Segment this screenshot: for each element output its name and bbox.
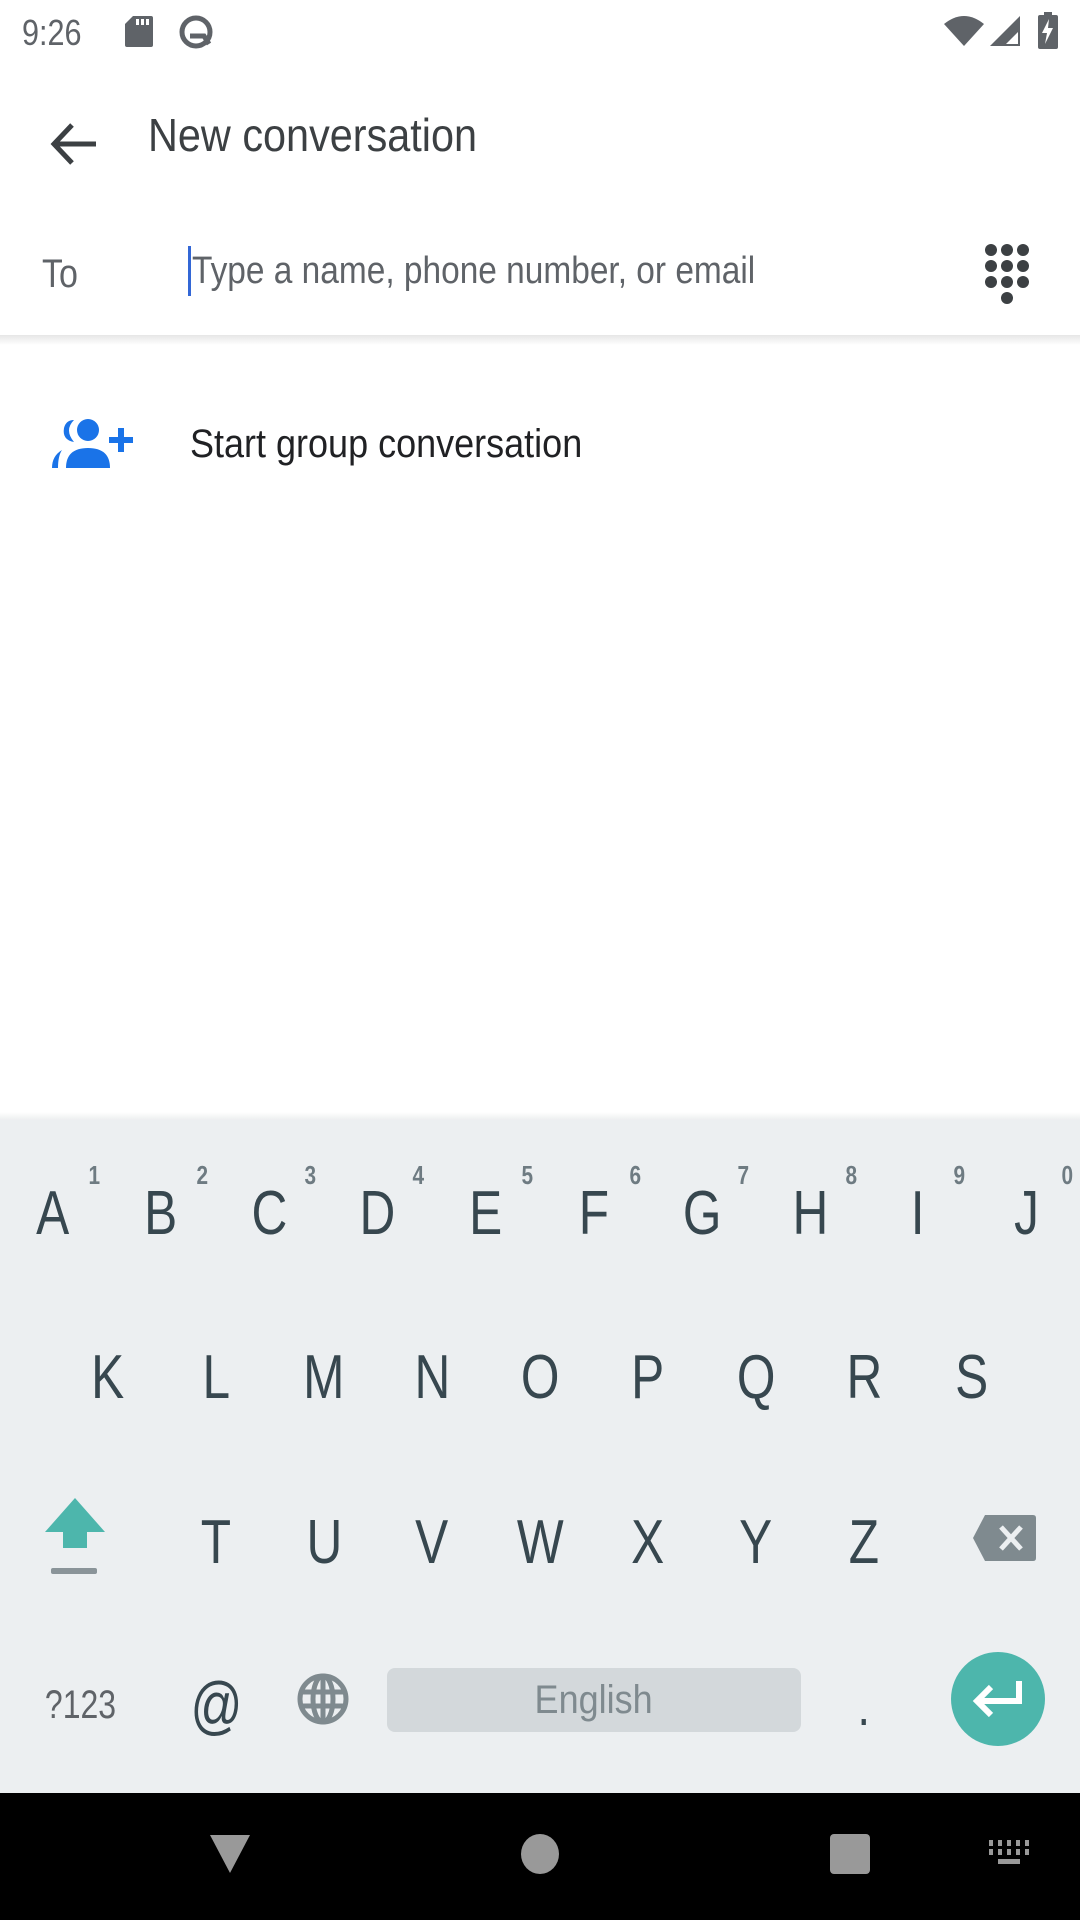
wifi-icon	[944, 14, 984, 53]
backspace-icon	[971, 1507, 1037, 1578]
cell-signal-icon	[988, 14, 1022, 53]
key-n[interactable]: N	[382, 1312, 482, 1442]
back-triangle-icon	[208, 1833, 252, 1880]
backspace-key[interactable]	[954, 1477, 1054, 1607]
key-j[interactable]: J0	[976, 1148, 1076, 1278]
page-title: New conversation	[148, 109, 478, 161]
key-q[interactable]: Q	[706, 1312, 806, 1442]
start-group-conversation[interactable]: Start group conversation	[0, 392, 1080, 502]
key-l[interactable]: L	[166, 1312, 266, 1442]
enter-icon	[971, 1677, 1025, 1722]
at-key[interactable]: @	[166, 1640, 266, 1770]
sd-card-icon	[124, 14, 154, 53]
key-x[interactable]: X	[598, 1477, 698, 1607]
key-t[interactable]: T	[166, 1477, 266, 1607]
dialpad-button[interactable]	[975, 238, 1039, 318]
group-conversation-label: Start group conversation	[190, 422, 583, 466]
recipient-row: To Type a name, phone number, or email	[0, 210, 1080, 335]
key-c[interactable]: C3	[219, 1148, 319, 1278]
divider	[0, 335, 1080, 345]
nav-back-button[interactable]	[190, 1793, 270, 1920]
navigation-bar	[0, 1793, 1080, 1920]
key-r[interactable]: R	[814, 1312, 914, 1442]
key-z[interactable]: Z	[814, 1477, 914, 1607]
app-bar: New conversation	[0, 64, 1080, 210]
keyboard-switch-icon	[988, 1840, 1032, 1873]
key-m[interactable]: M	[274, 1312, 374, 1442]
space-key[interactable]: English	[387, 1668, 801, 1732]
key-h[interactable]: H8	[760, 1148, 860, 1278]
recipient-input[interactable]	[186, 238, 946, 308]
key-o[interactable]: O	[490, 1312, 590, 1442]
nav-recents-button[interactable]	[810, 1793, 890, 1920]
battery-charging-icon	[1037, 12, 1059, 55]
to-label: To	[42, 252, 78, 296]
key-p[interactable]: P	[598, 1312, 698, 1442]
keyboard: A1 B2 C3 D4 E5 F6 G7 H8 I9 J0 K L M N O …	[0, 1120, 1080, 1793]
home-circle-icon	[520, 1833, 560, 1880]
dialpad-icon	[975, 244, 1039, 322]
globe-icon	[296, 1670, 350, 1741]
group-add-icon	[48, 416, 138, 476]
text-cursor	[188, 246, 191, 296]
key-i[interactable]: I9	[868, 1148, 968, 1278]
nav-home-button[interactable]	[500, 1793, 580, 1920]
key-a[interactable]: A1	[3, 1148, 103, 1278]
key-d[interactable]: D4	[327, 1148, 427, 1278]
back-button[interactable]	[30, 102, 118, 190]
key-f[interactable]: F6	[544, 1148, 644, 1278]
symbols-key[interactable]: ?123	[30, 1640, 130, 1770]
key-e[interactable]: E5	[436, 1148, 536, 1278]
key-b[interactable]: B2	[111, 1148, 211, 1278]
shift-icon	[43, 1490, 107, 1595]
status-bar: 9:26	[0, 0, 1080, 64]
key-k[interactable]: K	[58, 1312, 158, 1442]
key-u[interactable]: U	[274, 1477, 374, 1607]
arrow-back-icon	[50, 122, 98, 171]
key-w[interactable]: W	[490, 1477, 590, 1607]
status-time: 9:26	[22, 12, 82, 53]
keyboard-switch-button[interactable]	[980, 1793, 1040, 1920]
language-key[interactable]	[273, 1640, 373, 1770]
key-y[interactable]: Y	[706, 1477, 806, 1607]
enter-key[interactable]	[951, 1652, 1045, 1746]
shift-key[interactable]	[25, 1477, 125, 1607]
q-beta-icon	[178, 14, 216, 55]
period-key[interactable]: .	[814, 1640, 914, 1770]
recents-square-icon	[829, 1833, 871, 1880]
key-v[interactable]: V	[382, 1477, 482, 1607]
key-g[interactable]: G7	[652, 1148, 752, 1278]
key-s[interactable]: S	[922, 1312, 1022, 1442]
